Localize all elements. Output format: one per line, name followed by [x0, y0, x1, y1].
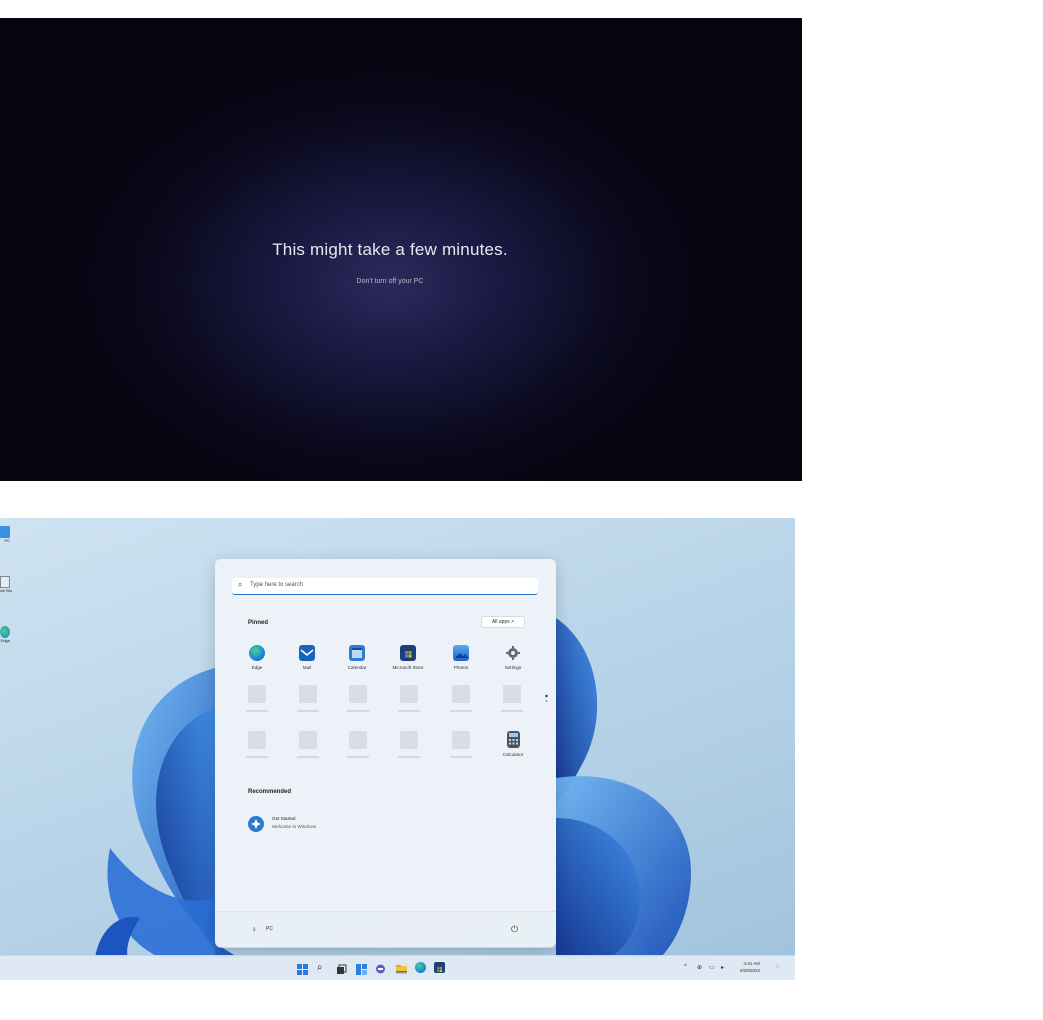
power-icon[interactable]: ⏻: [511, 924, 518, 935]
pinned-app-settings[interactable]: Settings: [493, 645, 533, 670]
network-icon[interactable]: ⊕: [697, 964, 702, 971]
photos-icon: [453, 645, 469, 661]
edge-icon: [249, 645, 265, 661]
mail-icon: [299, 645, 315, 661]
placeholder-label: [398, 710, 420, 712]
chevron-up-icon[interactable]: ^: [684, 964, 687, 970]
desktop-icon-label: Recycle Bin: [0, 588, 12, 593]
desktop-icon-label: Microsoft Edge: [0, 638, 10, 643]
user-icon: ♀: [251, 925, 257, 934]
placeholder-tile: [299, 731, 317, 749]
get-started-icon: [248, 816, 264, 832]
app-label: Microsoft Store: [392, 665, 424, 670]
recommended-heading: Recommended: [248, 789, 292, 795]
task-view-icon[interactable]: [336, 962, 347, 974]
edge-icon: [0, 626, 10, 638]
setup-title: This might take a few minutes.: [272, 240, 508, 259]
desktop-icon-recycle-bin[interactable]: Recycle Bin: [0, 576, 14, 593]
pinned-app-edge[interactable]: Edge: [237, 645, 277, 670]
desktop-icon-label: PC: [4, 538, 10, 543]
gear-icon: [505, 645, 521, 661]
store-icon[interactable]: [434, 962, 445, 973]
pinned-app-calculator[interactable]: Calculator: [493, 731, 533, 757]
placeholder-label: [297, 756, 319, 758]
placeholder-tile: [349, 731, 367, 749]
placeholder-tile: [299, 685, 317, 703]
calendar-icon: [349, 645, 365, 661]
placeholder-tile: [400, 685, 418, 703]
edge-icon[interactable]: [415, 962, 426, 973]
app-label: Photos: [453, 665, 469, 670]
page-indicator[interactable]: [545, 694, 548, 704]
app-label: Mail: [302, 665, 312, 670]
placeholder-label: [246, 710, 268, 712]
volume-icon[interactable]: ▭: [709, 964, 715, 971]
pinned-app-mail[interactable]: Mail: [287, 645, 327, 670]
desktop-icon-pc[interactable]: PC: [0, 526, 14, 543]
system-clock[interactable]: 4:41 AM 6/28/2022: [740, 960, 760, 974]
search-placeholder: Type here to search: [250, 582, 304, 588]
placeholder-label: [501, 710, 523, 712]
desktop-icon-edge[interactable]: Microsoft Edge: [0, 626, 14, 643]
clock-time: 4:41 AM: [743, 961, 761, 966]
placeholder-tile: [400, 731, 418, 749]
search-icon[interactable]: ⌕: [317, 962, 328, 973]
placeholder-label: [347, 710, 369, 712]
start-menu: ⌕ Type here to search Pinned All apps > …: [215, 559, 556, 948]
calculator-icon: [506, 731, 520, 748]
placeholder-label: [450, 756, 472, 758]
battery-icon[interactable]: ▸: [721, 964, 724, 971]
placeholder-label: [398, 756, 420, 758]
placeholder-label: [347, 756, 369, 758]
placeholder-label: [297, 710, 319, 712]
start-menu-footer: ♀ PC ⏻: [215, 911, 556, 948]
pinned-app-calendar[interactable]: Calendar: [337, 645, 377, 670]
pinned-app-microsoft-store[interactable]: Microsoft Store: [388, 645, 428, 670]
user-name: PC: [266, 926, 273, 932]
search-icon: ⌕: [238, 580, 243, 589]
setup-screen: This might take a few minutes. Don't tur…: [0, 18, 802, 481]
placeholder-tile: [349, 685, 367, 703]
app-label: Calendar: [347, 665, 367, 670]
this-pc-icon: [0, 526, 10, 538]
recommended-subtitle: Welcome to Windows: [272, 824, 317, 829]
placeholder-tile: [503, 685, 521, 703]
placeholder-label: [246, 756, 268, 758]
file-explorer-icon[interactable]: [396, 962, 407, 974]
placeholder-tile: [248, 731, 266, 749]
all-apps-button[interactable]: All apps >: [481, 616, 525, 628]
placeholder-tile: [248, 685, 266, 703]
notification-icon[interactable]: ◌: [776, 964, 780, 970]
recommended-title: Get Started: [272, 816, 296, 821]
placeholder-tile: [452, 685, 470, 703]
app-label: Calculator: [502, 752, 524, 757]
windows-desktop: PC Recycle Bin Microsoft Edge ⌕ Type her…: [0, 518, 795, 980]
placeholder-tile: [452, 731, 470, 749]
widgets-icon[interactable]: [356, 962, 367, 975]
chat-icon[interactable]: [375, 962, 386, 974]
search-input[interactable]: ⌕ Type here to search: [232, 578, 538, 595]
setup-subtitle: Don't turn off your PC: [356, 278, 424, 285]
placeholder-label: [450, 710, 472, 712]
clock-date: 6/28/2022: [740, 968, 761, 973]
pinned-heading: Pinned: [248, 620, 269, 626]
app-label: Settings: [504, 665, 522, 670]
recycle-bin-icon: [0, 576, 10, 588]
recommended-item-get-started[interactable]: Get Started Welcome to Windows: [248, 814, 398, 836]
app-label: Edge: [251, 665, 263, 670]
taskbar: ⌕ ^ ⊕ ▭ ▸ 4:41 AM 6/28/2022 ◌: [0, 955, 795, 980]
store-icon: [400, 645, 416, 661]
pinned-app-photos[interactable]: Photos: [441, 645, 481, 670]
windows-start-icon[interactable]: [297, 962, 308, 975]
